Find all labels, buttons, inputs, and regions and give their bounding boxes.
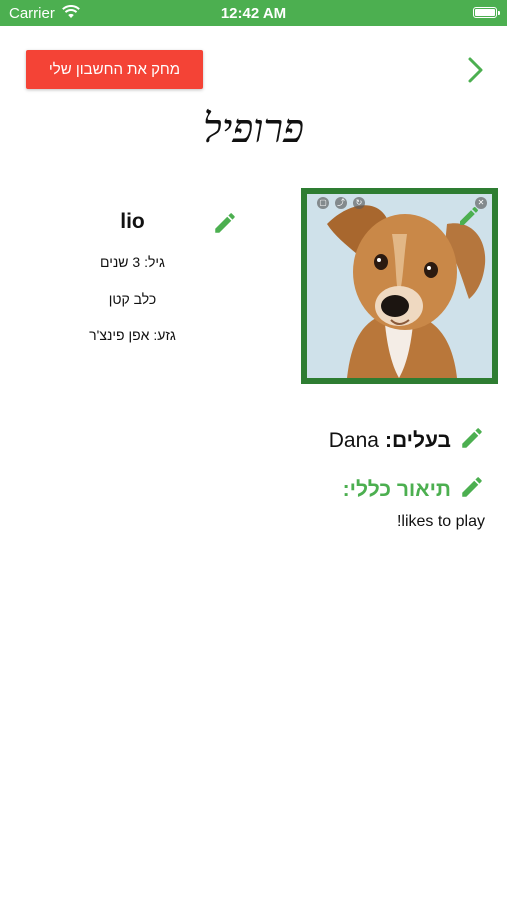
- chevron-right-icon[interactable]: [462, 55, 488, 85]
- pet-breed: גזע: אפן פינצ'ר: [89, 327, 176, 343]
- status-bar: Carrier 12:42 AM: [0, 0, 507, 26]
- owner-row: בעלים: Dana: [329, 425, 485, 456]
- pet-size: כלב קטן: [108, 291, 157, 307]
- share-icon[interactable]: ⤴: [335, 197, 347, 209]
- pet-name: lio: [120, 210, 145, 233]
- delete-account-button[interactable]: מחק את החשבון שלי: [26, 50, 203, 89]
- description-label: תיאור כללי:: [342, 477, 451, 501]
- crop-icon[interactable]: ▢: [317, 197, 329, 209]
- edit-photo-pencil-icon[interactable]: [457, 204, 481, 233]
- edit-owner-pencil-icon[interactable]: [459, 425, 485, 456]
- edit-pet-pencil-icon[interactable]: [212, 210, 238, 241]
- pet-age: גיל: 3 שנים: [100, 254, 165, 270]
- clock: 12:42 AM: [220, 5, 287, 22]
- page-title: פרופיל: [203, 106, 304, 152]
- description-text: likes to play!: [396, 513, 485, 530]
- owner-label: בעלים:: [384, 428, 451, 452]
- edit-description-pencil-icon[interactable]: [459, 474, 485, 505]
- description-row: תיאור כללי:: [343, 474, 485, 505]
- rotate-icon[interactable]: ↻: [353, 197, 365, 209]
- owner-value: Dana: [328, 428, 379, 452]
- pet-photo[interactable]: ▢ ⤴ ↻ ✕: [301, 188, 498, 384]
- battery-icon: [473, 7, 500, 18]
